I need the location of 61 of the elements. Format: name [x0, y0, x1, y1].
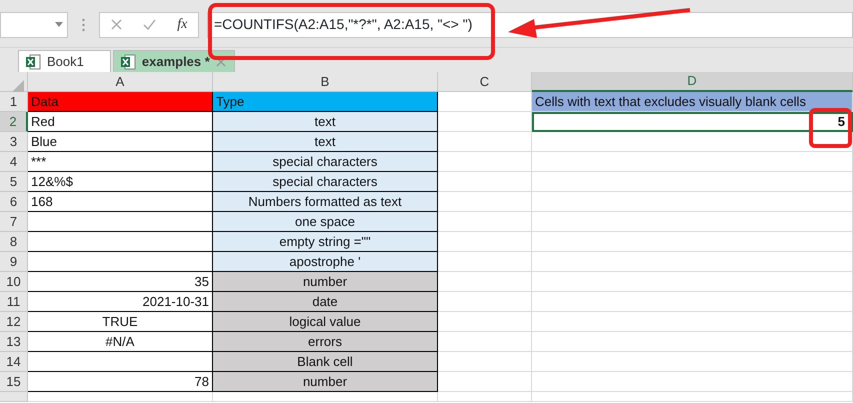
column-header[interactable]: A — [28, 72, 213, 92]
checkmark-icon[interactable] — [142, 19, 156, 30]
cancel-icon[interactable] — [110, 19, 122, 30]
cell: date — [213, 292, 438, 312]
cell: number — [213, 372, 438, 392]
cell: text — [213, 112, 438, 132]
row-header[interactable]: 2 — [0, 112, 28, 132]
cell: 35 — [28, 272, 213, 292]
column-header[interactable]: B — [213, 72, 438, 92]
cell: Data — [28, 92, 213, 112]
row-header[interactable]: 8 — [0, 232, 28, 252]
cell: Cells with text that excludes visually blank cells — [532, 92, 853, 112]
name-box[interactable] — [0, 12, 68, 38]
row-header[interactable]: 7 — [0, 212, 28, 232]
row-header[interactable]: 5 — [0, 172, 28, 192]
column-header[interactable]: C — [438, 72, 532, 92]
workbook-tab[interactable]: Book1 — [18, 50, 111, 72]
cell: TRUE — [28, 312, 213, 332]
cell: 168 — [28, 192, 213, 212]
row-header[interactable]: 9 — [0, 252, 28, 272]
cell: errors — [213, 332, 438, 352]
select-all-icon[interactable] — [12, 80, 24, 92]
row-header[interactable]: 11 — [0, 292, 28, 312]
spreadsheet-icon — [120, 54, 136, 70]
row-header[interactable]: 1 — [0, 92, 28, 112]
row-header[interactable]: 13 — [0, 332, 28, 352]
cell: 12&%$ — [28, 172, 213, 192]
highlight-box — [809, 108, 852, 148]
row-header[interactable]: 6 — [0, 192, 28, 212]
formula-field[interactable]: =COUNTIFS(A2:A15,"*?*", A2:A15, "<> ") — [207, 12, 853, 38]
cell: apostrophe ' — [213, 252, 438, 272]
cell: empty string ="" — [213, 232, 438, 252]
cell: #N/A — [28, 332, 213, 352]
column-header[interactable]: D — [532, 72, 853, 92]
cell: Blue — [28, 132, 213, 152]
drag-handle-icon[interactable] — [82, 18, 85, 32]
dropdown-caret-icon — [55, 22, 63, 27]
row-header[interactable]: 12 — [0, 312, 28, 332]
row-header[interactable]: 14 — [0, 352, 28, 372]
workbook-tab[interactable]: examples * — [112, 50, 235, 72]
cell: special characters — [213, 172, 438, 192]
row-header[interactable]: 15 — [0, 372, 28, 392]
row-header[interactable]: 4 — [0, 152, 28, 172]
cell: 2021-10-31 — [28, 292, 213, 312]
row-header[interactable]: 3 — [0, 132, 28, 152]
cell: Numbers formatted as text — [213, 192, 438, 212]
row-header-strip — [0, 392, 28, 402]
insert-function-button[interactable]: fx — [177, 14, 188, 35]
row-header[interactable]: 10 — [0, 272, 28, 292]
cell: special characters — [213, 152, 438, 172]
cell: text — [213, 132, 438, 152]
cell: number — [213, 272, 438, 292]
cell: logical value — [213, 312, 438, 332]
cell: *** — [28, 152, 213, 172]
cell: Red — [28, 112, 213, 132]
cell: Blank cell — [213, 352, 438, 372]
cell: one space — [213, 212, 438, 232]
cell: Type — [213, 92, 438, 112]
selected-cell: 5 — [532, 112, 853, 132]
spreadsheet-icon — [25, 54, 41, 70]
cell: 78 — [28, 372, 213, 392]
